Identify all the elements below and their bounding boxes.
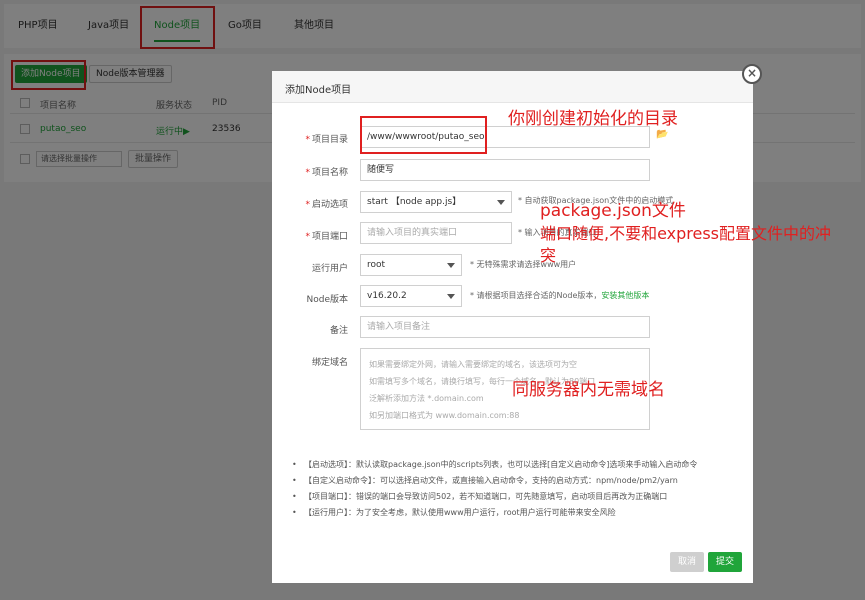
port-label: * 项目端口 (305, 232, 348, 242)
domain-placeholder-line: 如另加端口格式为 www.domain.com:88 (369, 411, 520, 420)
annotation-port-2: 突 (540, 246, 557, 265)
annotation-dir: 你刚创建初始化的目录 (508, 109, 678, 129)
project-name-input[interactable]: 随便写 (360, 159, 650, 181)
submit-button[interactable]: 提交 (708, 552, 743, 572)
cancel-button[interactable]: 取消 (670, 552, 705, 572)
annotation-package-json: package.json文件 (540, 201, 686, 221)
user-label: 运行用户 (311, 264, 348, 274)
annotation-port-1: 端口随便,不要和express配置文件中的冲 (540, 224, 832, 243)
node-version-select[interactable]: v16.20.2 (360, 285, 462, 307)
domain-placeholder-line: 如果需要绑定外网，请输入需要绑定的域名，该选项可为空 (369, 360, 577, 369)
domain-label: 绑定域名 (311, 358, 348, 368)
remark-input[interactable]: 请输入项目备注 (360, 316, 650, 338)
chevron-down-icon (447, 294, 455, 299)
close-icon[interactable]: × (742, 64, 762, 84)
project-port-input[interactable]: 请输入项目的真实端口 (360, 222, 512, 244)
modal-title: 添加Node项目 (285, 85, 352, 96)
dir-label: * 项目目录 (305, 135, 348, 145)
annotation-domain: 同服务器内无需域名 (512, 380, 665, 400)
help-notes: 【启动选项】：默认读取package.json中的scripts列表，也可以选择… (292, 457, 742, 521)
highlight-dir-input (360, 116, 487, 154)
domain-placeholder-line: 泛解析添加方法 *.domain.com (369, 394, 484, 403)
remark-label: 备注 (329, 326, 348, 336)
note-item: 【运行用户】：为了安全考虑，默认使用www用户运行，root用户运行可能带来安全… (292, 505, 742, 521)
add-node-project-modal: 添加Node项目 * 项目目录 /www/wwwroot/putao_seo 📂 … (272, 71, 753, 583)
chevron-down-icon (497, 200, 505, 205)
start-label: * 启动选项 (305, 200, 348, 210)
version-hint: * 请根据项目选择合适的Node版本，安装其他版本 (470, 291, 650, 300)
note-item: 【启动选项】：默认读取package.json中的scripts列表，也可以选择… (292, 457, 742, 473)
version-label: Node版本 (306, 295, 349, 305)
note-item: 【自定义启动命令】：可以选择启动文件，或直接输入启动命令，支持的启动方式：npm… (292, 473, 742, 489)
folder-icon[interactable]: 📂 (656, 129, 668, 140)
user-hint: * 无特殊需求请选择www用户 (470, 260, 577, 269)
run-user-select[interactable]: root (360, 254, 462, 276)
name-label: * 项目名称 (305, 168, 348, 178)
start-option-select[interactable]: start 【node app.js】 (360, 191, 512, 213)
install-other-version-link[interactable]: 安装其他版本 (601, 291, 649, 300)
chevron-down-icon (447, 263, 455, 268)
modal-header: 添加Node项目 (272, 71, 753, 103)
note-item: 【项目端口】：错误的端口会导致访问502，若不知道端口，可先随意填写，启动项目后… (292, 489, 742, 505)
